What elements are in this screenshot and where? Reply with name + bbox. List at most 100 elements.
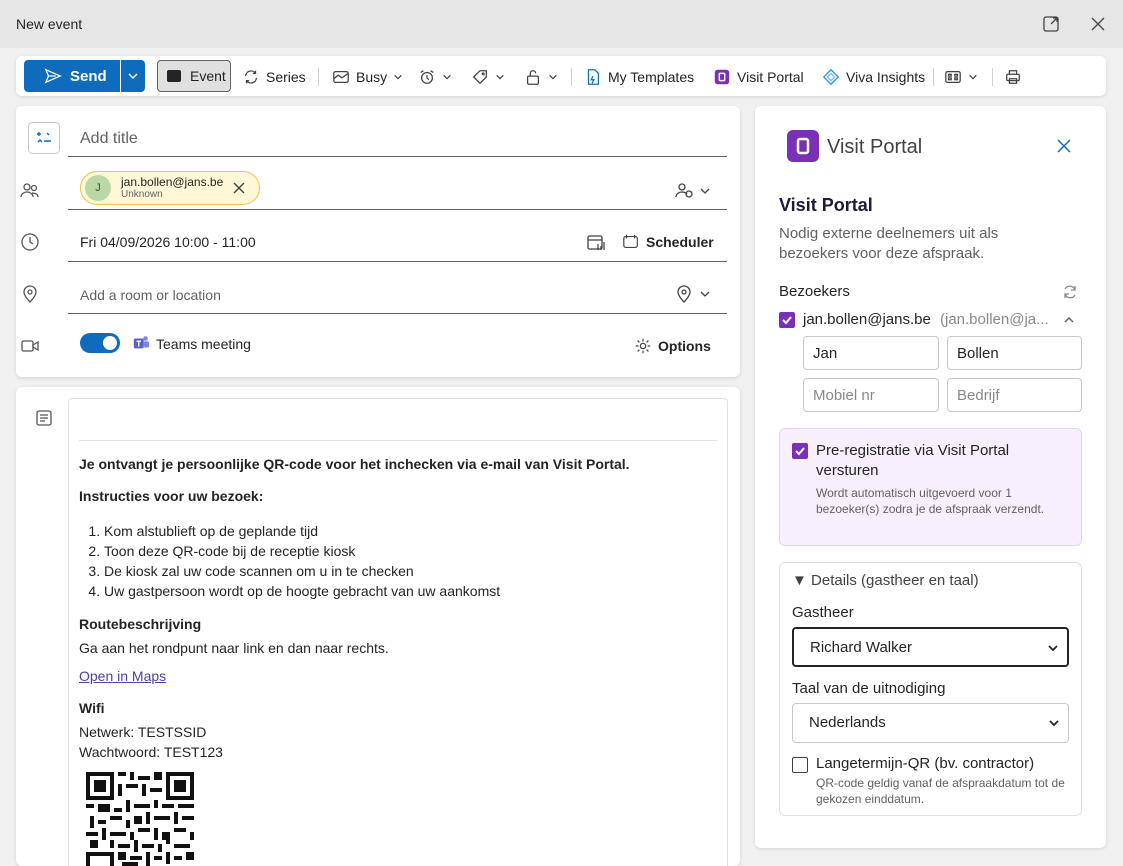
chevron-down-icon [394, 74, 402, 80]
gear-icon [635, 338, 651, 354]
attendee-chip[interactable]: J jan.bollen@jans.be Unknown [80, 171, 260, 205]
ai-title-icon[interactable] [28, 122, 60, 154]
host-value: Richard Walker [810, 639, 912, 656]
mobile-input[interactable]: Mobiel nr [803, 378, 939, 412]
send-label: Send [70, 67, 107, 85]
route-heading: Routebeschrijving [79, 616, 202, 632]
wifi-network: Netwerk: TESTSSID [79, 724, 207, 740]
apps-dropdown[interactable] [944, 62, 978, 92]
template-icon [587, 69, 600, 85]
longterm-checkbox[interactable] [792, 757, 808, 773]
maps-link[interactable]: Open in Maps [79, 668, 166, 684]
prereg-note: Wordt automatisch uitgevoerd voor 1 bezo… [816, 486, 1045, 516]
popout-icon[interactable] [1041, 14, 1061, 34]
teams-icon [133, 336, 150, 349]
visit-portal-button[interactable]: Visit Portal [713, 62, 804, 92]
divider [571, 68, 572, 86]
apps-icon [945, 70, 961, 84]
availability-icon[interactable] [586, 233, 606, 253]
chevron-down-icon [128, 73, 138, 80]
divider [992, 68, 993, 86]
tag-icon [472, 70, 487, 85]
my-templates-label: My Templates [608, 69, 695, 85]
wifi-heading: Wifi [79, 700, 105, 716]
options-label: Options [658, 338, 711, 354]
clock-icon [21, 233, 39, 251]
send-button[interactable]: Send [24, 60, 145, 92]
toolbar: Send Event Series Busy My Templates Visi… [16, 56, 1106, 96]
chevron-up-icon[interactable] [1063, 314, 1075, 326]
my-templates-button[interactable]: My Templates [584, 62, 694, 92]
intro-text: Je ontvangt je persoonlijke QR-code voor… [79, 456, 630, 472]
notes-icon [36, 410, 52, 426]
close-icon[interactable] [1088, 14, 1108, 34]
alarm-icon [420, 70, 434, 84]
attendee-status: Unknown [121, 189, 163, 201]
categorize-dropdown[interactable] [471, 62, 505, 92]
series-label: Series [266, 69, 306, 85]
print-button[interactable] [1004, 62, 1022, 92]
remove-attendee-icon[interactable] [231, 180, 247, 196]
privacy-dropdown[interactable] [524, 62, 558, 92]
room-finder-icon[interactable] [675, 284, 711, 304]
avatar: J [85, 175, 111, 201]
title-input[interactable]: Add title [80, 130, 138, 148]
first-name-input[interactable]: Jan [803, 336, 939, 370]
visit-portal-logo [787, 130, 819, 162]
location-field[interactable]: Add a room or location [68, 274, 727, 314]
video-icon [21, 340, 39, 352]
route-text: Ga aan het rondpunt naar link en dan naa… [79, 640, 389, 656]
busy-dropdown[interactable]: Busy [332, 62, 403, 92]
qr-code-image [86, 772, 194, 866]
panel-heading: Visit Portal [779, 195, 873, 215]
title-field[interactable]: Add title [68, 122, 727, 157]
calendar-icon [167, 70, 181, 82]
list-item: De kiosk zal uw code scannen om u in te … [104, 561, 500, 581]
options-button[interactable]: Options [634, 336, 711, 356]
teams-meeting-toggle[interactable] [80, 333, 120, 353]
attendee-options-icon[interactable] [675, 181, 711, 201]
send-options-button[interactable] [121, 70, 145, 82]
chevron-down-icon [969, 74, 977, 80]
company-input[interactable]: Bedrijf [947, 378, 1082, 412]
chevron-down-icon [549, 74, 557, 80]
busy-label: Busy [356, 69, 388, 85]
series-button[interactable]: Series [242, 62, 306, 92]
close-panel-icon[interactable] [1056, 138, 1072, 154]
location-input[interactable]: Add a room or location [80, 287, 221, 303]
divider [933, 68, 934, 86]
panel-description: Nodig externe deelnemers uit als bezoeke… [779, 225, 999, 262]
divider [318, 68, 319, 86]
visit-portal-icon [714, 69, 730, 85]
people-icon [20, 183, 39, 198]
list-item: Uw gastpersoon wordt op de hoogte gebrac… [104, 581, 500, 601]
list-item: Kom alstublieft op de geplande tijd [104, 521, 500, 541]
event-button[interactable]: Event [157, 60, 231, 92]
chevron-down-icon [443, 74, 451, 80]
visitor-checkbox[interactable] [779, 312, 795, 328]
window-title: New event [16, 16, 83, 32]
refresh-icon[interactable] [1062, 284, 1078, 300]
scheduler-label: Scheduler [646, 234, 714, 250]
prereg-label: Pre-registratie via Visit Portal verstur… [816, 442, 1010, 479]
teams-meeting-label: Teams meeting [156, 336, 251, 352]
host-label: Gastheer [792, 604, 854, 621]
lock-icon [526, 70, 540, 85]
visitor-email-secondary: (jan.bollen@ja... [940, 311, 1049, 328]
prereg-checkbox[interactable] [792, 443, 808, 459]
details-toggle[interactable]: ▼ Details (gastheer en taal) [792, 572, 979, 589]
last-name-input[interactable]: Bollen [947, 336, 1082, 370]
scheduler-button[interactable]: Scheduler [622, 232, 714, 252]
viva-insights-button[interactable]: Viva Insights [822, 62, 925, 92]
divider [79, 440, 717, 441]
status-icon [333, 70, 349, 84]
send-icon [44, 68, 62, 84]
language-select[interactable]: Nederlands [792, 703, 1069, 743]
visitor-email: jan.bollen@jans.be [803, 311, 931, 328]
host-select[interactable]: Richard Walker [792, 627, 1069, 667]
longterm-label: Langetermijn-QR (bv. contractor) [816, 755, 1035, 772]
instructions-heading: Instructies voor uw bezoek: [79, 488, 264, 504]
reminder-dropdown[interactable] [418, 62, 452, 92]
datetime-value: Fri 04/09/2026 10:00 - 11:00 [80, 234, 256, 250]
printer-icon [1006, 70, 1020, 84]
